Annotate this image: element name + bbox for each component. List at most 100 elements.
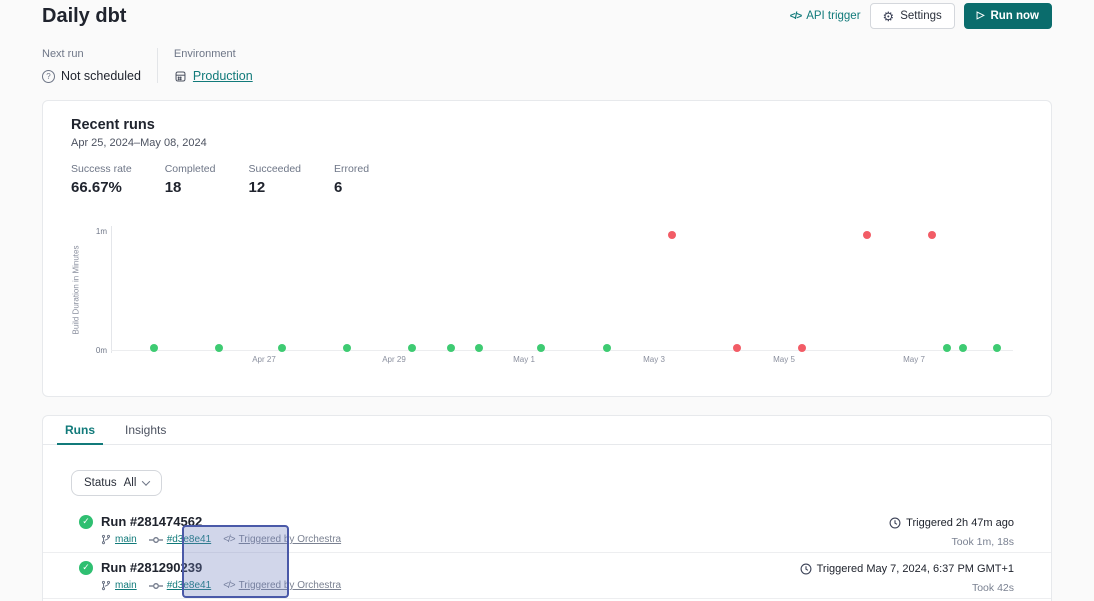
trigger-source-link[interactable]: Triggered by Orchestra xyxy=(239,580,341,591)
next-run-label: Next run xyxy=(42,48,141,60)
x-axis-tick: May 3 xyxy=(643,355,665,364)
x-axis-tick: May 7 xyxy=(903,355,925,364)
schedule-question-icon: ? xyxy=(42,70,55,83)
run-dot-error[interactable] xyxy=(733,344,741,352)
settings-button[interactable]: ⚙ Settings xyxy=(870,3,955,29)
stat-completed: Completed 18 xyxy=(165,163,216,196)
gear-icon: ⚙ xyxy=(883,10,895,23)
run-dot-success[interactable] xyxy=(943,344,951,352)
chevron-down-icon xyxy=(142,477,150,485)
page-title: Daily dbt xyxy=(42,5,126,28)
run-title: Run #281474562 xyxy=(101,514,202,529)
run-dot-success[interactable] xyxy=(993,344,1001,352)
commit-link[interactable]: #d3e8e41 xyxy=(167,534,212,545)
runs-list: ✓ Run #281474562 main xyxy=(43,507,1051,599)
filter-row: Status All xyxy=(43,445,1051,496)
next-run-value: Not scheduled xyxy=(61,69,141,83)
x-axis-tick: May 5 xyxy=(773,355,795,364)
environment-group: Environment Production xyxy=(174,48,253,83)
job-meta: Next run ? Not scheduled Environment Pro… xyxy=(42,48,253,83)
run-dot-success[interactable] xyxy=(447,344,455,352)
x-axis-line xyxy=(111,350,1013,351)
stat-errored: Errored 6 xyxy=(334,163,369,196)
clock-icon xyxy=(800,563,812,575)
x-axis-tick: May 1 xyxy=(513,355,535,364)
run-triggered-text: Triggered 2h 47m ago xyxy=(906,517,1014,529)
next-run-value-row: ? Not scheduled xyxy=(42,69,141,83)
run-row[interactable]: ✓ Run #281474562 main xyxy=(43,507,1051,553)
run-row[interactable]: ✓ Run #281290239 main xyxy=(43,553,1051,599)
run-dot-success[interactable] xyxy=(150,344,158,352)
commit-icon xyxy=(149,582,163,590)
code-icon: </> xyxy=(790,11,801,22)
trigger-source-link[interactable]: Triggered by Orchestra xyxy=(239,534,341,545)
header-actions: </> API trigger ⚙ Settings ▷ Run now xyxy=(790,3,1052,29)
stat-succeeded: Succeeded 12 xyxy=(248,163,301,196)
branch-link[interactable]: main xyxy=(115,580,137,591)
runs-card: Runs Insights Status All ✓ Run #28147456… xyxy=(42,415,1052,601)
run-dot-success[interactable] xyxy=(959,344,967,352)
recent-runs-card: Recent runs Apr 25, 2024–May 08, 2024 Su… xyxy=(42,100,1052,397)
x-axis-tick: Apr 29 xyxy=(382,355,406,364)
git-branch-icon xyxy=(101,580,111,591)
commit-link[interactable]: #d3e8e41 xyxy=(167,580,212,591)
tab-runs[interactable]: Runs xyxy=(57,416,103,444)
commit-icon xyxy=(149,536,163,544)
y-axis-line xyxy=(111,226,112,353)
run-row-left: ✓ Run #281474562 main xyxy=(79,514,341,552)
run-dot-error[interactable] xyxy=(928,231,936,239)
next-run-group: Next run ? Not scheduled xyxy=(42,48,141,83)
branch-link[interactable]: main xyxy=(115,534,137,545)
status-filter-label: Status xyxy=(84,477,117,489)
run-dot-success[interactable] xyxy=(603,344,611,352)
environment-label: Environment xyxy=(174,48,253,60)
y-axis-label: Build Duration in Minutes xyxy=(72,246,81,335)
trigger-source: </> Triggered by Orchestra xyxy=(223,534,341,545)
recent-runs-date-range: Apr 25, 2024–May 08, 2024 xyxy=(71,137,207,149)
run-dot-error[interactable] xyxy=(798,344,806,352)
run-dot-error[interactable] xyxy=(863,231,871,239)
environment-value-row: Production xyxy=(174,69,253,83)
recent-runs-title: Recent runs xyxy=(71,117,155,133)
run-now-label: Run now xyxy=(990,10,1039,22)
run-row-left: ✓ Run #281290239 main xyxy=(79,560,341,598)
status-filter-value: All xyxy=(124,477,137,489)
run-row-meta: Triggered May 7, 2024, 6:37 PM GMT+1 Too… xyxy=(800,560,1014,598)
run-duration-text: Took 1m, 18s xyxy=(889,536,1014,548)
run-dot-success[interactable] xyxy=(343,344,351,352)
code-icon: </> xyxy=(223,534,234,545)
job-page: Daily dbt </> API trigger ⚙ Settings ▷ R… xyxy=(0,0,1094,601)
run-duration-text: Took 42s xyxy=(800,582,1014,594)
run-title: Run #281290239 xyxy=(101,560,202,575)
meta-divider xyxy=(157,48,158,83)
run-dot-success[interactable] xyxy=(278,344,286,352)
run-dot-success[interactable] xyxy=(475,344,483,352)
recent-runs-chart: Build Duration in Minutes 1m 0m Apr 27 Ap… xyxy=(43,216,1051,381)
y-tick-1m: 1m xyxy=(83,227,107,236)
stat-success-rate: Success rate 66.67% xyxy=(71,163,132,196)
api-trigger-link[interactable]: </> API trigger xyxy=(790,10,861,22)
success-check-icon: ✓ xyxy=(79,515,93,529)
run-row-meta: Triggered 2h 47m ago Took 1m, 18s xyxy=(889,514,1014,552)
run-dot-success[interactable] xyxy=(215,344,223,352)
run-now-button[interactable]: ▷ Run now xyxy=(964,3,1052,29)
environment-icon xyxy=(174,70,187,83)
environment-link[interactable]: Production xyxy=(193,69,253,83)
run-dot-success[interactable] xyxy=(408,344,416,352)
git-branch-icon xyxy=(101,534,111,545)
status-filter-dropdown[interactable]: Status All xyxy=(71,470,162,496)
clock-icon xyxy=(889,517,901,529)
code-icon: </> xyxy=(223,580,234,591)
y-tick-0m: 0m xyxy=(83,346,107,355)
recent-runs-stats: Success rate 66.67% Completed 18 Succeed… xyxy=(71,163,369,196)
header: Daily dbt </> API trigger ⚙ Settings ▷ R… xyxy=(42,0,1052,32)
tab-bar: Runs Insights xyxy=(43,416,1051,445)
success-check-icon: ✓ xyxy=(79,561,93,575)
tab-insights[interactable]: Insights xyxy=(117,416,174,444)
run-dot-error[interactable] xyxy=(668,231,676,239)
trigger-source: </> Triggered by Orchestra xyxy=(223,580,341,591)
run-dot-success[interactable] xyxy=(537,344,545,352)
x-axis-tick: Apr 27 xyxy=(252,355,276,364)
api-trigger-label: API trigger xyxy=(806,10,860,22)
run-triggered-text: Triggered May 7, 2024, 6:37 PM GMT+1 xyxy=(817,563,1014,575)
